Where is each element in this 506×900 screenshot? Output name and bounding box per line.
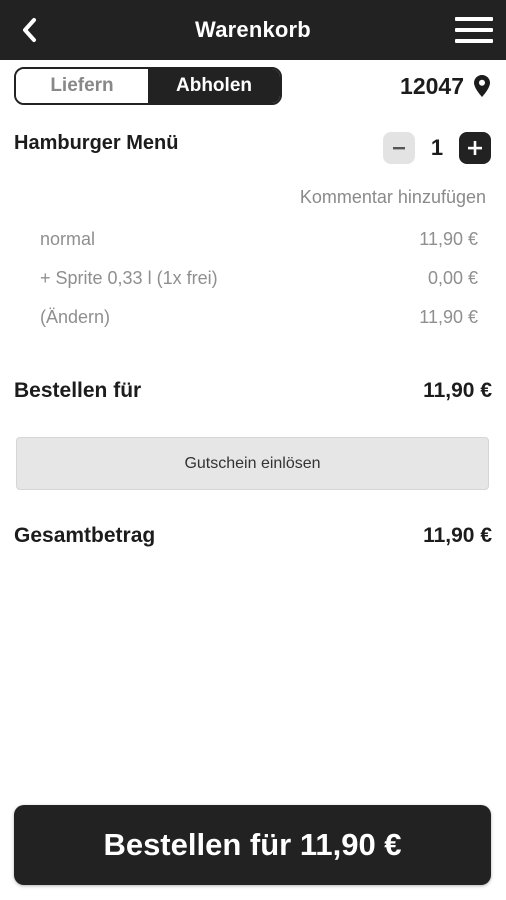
order-for-row: Bestellen für 11,90 € <box>14 376 492 406</box>
quantity-value: 1 <box>430 135 444 160</box>
location-pin-icon <box>474 75 490 97</box>
toggle-option-abholen[interactable]: Abholen <box>148 69 280 103</box>
detail-price: 0,00 € <box>427 267 478 288</box>
quantity-increase-button[interactable] <box>459 132 491 164</box>
total-row: Gesamtbetrag 11,90 € <box>14 521 492 551</box>
redeem-voucher-button[interactable]: Gutschein einlösen <box>16 437 489 490</box>
plus-icon <box>468 141 482 155</box>
item-detail-row: normal 11,90 € <box>40 226 478 252</box>
quantity-decrease-button[interactable] <box>383 132 415 164</box>
total-label: Gesamtbetrag <box>14 524 156 547</box>
postal-code: 12047 <box>400 72 464 99</box>
minus-icon <box>393 147 405 150</box>
cart-item-name: Hamburger Menü <box>14 132 179 154</box>
hamburger-menu-icon <box>455 17 493 43</box>
app-header: Warenkorb <box>0 0 506 60</box>
location-selector[interactable]: 12047 <box>400 67 490 105</box>
item-change-row[interactable]: (Ändern) 11,90 € <box>40 304 478 330</box>
place-order-button[interactable]: Bestellen für 11,90 € <box>14 805 491 885</box>
total-value: 11,90 € <box>423 524 492 547</box>
add-comment-link[interactable]: Kommentar hinzufügen <box>300 187 486 208</box>
delivery-mode-toggle: Liefern Abholen <box>14 67 282 105</box>
item-detail-row: + Sprite 0,33 l (1x frei) 0,00 € <box>40 265 478 291</box>
detail-label: + Sprite 0,33 l (1x frei) <box>40 267 218 288</box>
page-title: Warenkorb <box>195 17 311 42</box>
order-for-label: Bestellen für <box>14 379 142 402</box>
detail-price: 11,90 € <box>419 228 478 249</box>
menu-button[interactable] <box>452 10 496 50</box>
detail-price: 11,90 € <box>419 306 478 327</box>
order-for-value: 11,90 € <box>423 379 492 402</box>
cart-screen: Warenkorb Liefern Abholen 12047 Hamburge… <box>0 0 506 900</box>
detail-label: normal <box>40 228 96 249</box>
toggle-option-liefern[interactable]: Liefern <box>16 69 148 103</box>
change-item-link[interactable]: (Ändern) <box>40 307 110 328</box>
